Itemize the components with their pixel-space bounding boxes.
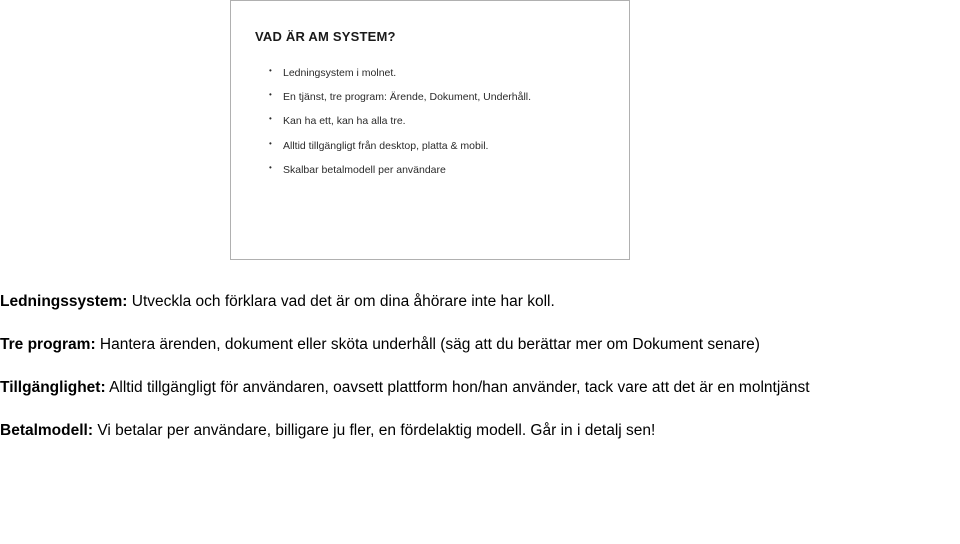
note-paragraph: Tre program: Hantera ärenden, dokument e… [0,335,952,356]
slide-thumbnail: VAD ÄR AM SYSTEM? Ledningsystem i molnet… [230,0,630,260]
slide-title: VAD ÄR AM SYSTEM? [255,29,605,44]
note-paragraph: Ledningssystem: Utveckla och förklara va… [0,292,952,313]
note-paragraph: Betalmodell: Vi betalar per användare, b… [0,421,952,442]
list-item: Ledningsystem i molnet. [283,66,605,80]
note-text: Vi betalar per användare, billigare ju f… [93,422,655,439]
note-label: Tillgänglighet: [0,379,106,396]
note-label: Betalmodell: [0,422,93,439]
note-text: Utveckla och förklara vad det är om dina… [127,293,554,310]
note-label: Tre program: [0,336,96,353]
list-item: En tjänst, tre program: Ärende, Dokument… [283,90,605,104]
note-label: Ledningssystem: [0,293,127,310]
list-item: Skalbar betalmodell per användare [283,163,605,177]
note-paragraph: Tillgänglighet: Alltid tillgängligt för … [0,378,952,399]
slide-bullet-list: Ledningsystem i molnet. En tjänst, tre p… [255,66,605,177]
note-text: Alltid tillgängligt för användaren, oavs… [106,379,810,396]
list-item: Alltid tillgängligt från desktop, platta… [283,139,605,153]
presenter-notes: Ledningssystem: Utveckla och förklara va… [0,292,960,464]
note-text: Hantera ärenden, dokument eller sköta un… [96,336,760,353]
list-item: Kan ha ett, kan ha alla tre. [283,114,605,128]
